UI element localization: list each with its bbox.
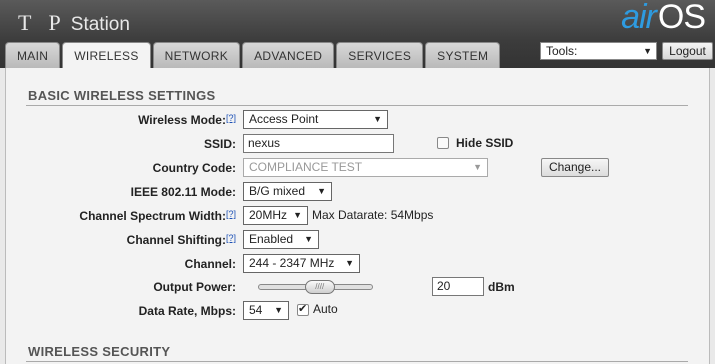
chevron-down-icon: ▼	[293, 210, 302, 220]
channel-shifting-select[interactable]: Enabled ▼	[243, 230, 319, 249]
app-header: T P Station airOS MAIN WIRELESS NETWORK A…	[0, 0, 715, 69]
country-code-label: Country Code:	[152, 161, 236, 175]
channel-shifting-label: Channel Shifting:[?]	[80, 233, 236, 247]
brand-station: Station	[70, 14, 130, 35]
chevron-down-icon: ▼	[304, 234, 313, 244]
chevron-down-icon: ▼	[317, 186, 326, 196]
tab-advanced[interactable]: ADVANCED	[242, 42, 335, 68]
wireless-mode-label: Wireless Mode:[?]	[100, 113, 236, 127]
section-divider	[26, 361, 688, 362]
country-code-select: COMPLIANCE TEST ▼	[243, 158, 488, 177]
logo-os: OS	[657, 0, 706, 36]
data-rate-value: 54	[249, 303, 263, 317]
channel-width-select[interactable]: 20MHz ▼	[243, 206, 308, 225]
logo-air: air	[621, 0, 657, 36]
airos-logo: airOS	[621, 0, 706, 37]
channel-shifting-label-text: Channel Shifting:	[126, 233, 226, 247]
tools-value: Tools:	[546, 44, 578, 58]
tab-network[interactable]: NETWORK	[152, 42, 241, 68]
section-divider	[26, 105, 688, 106]
help-link-wireless-mode[interactable]: [?]	[226, 113, 236, 123]
brand-tp: T P	[18, 10, 67, 35]
auto-rate-label: Auto	[313, 302, 338, 316]
wireless-mode-value: Access Point	[249, 112, 319, 126]
ieee-mode-label: IEEE 802.11 Mode:	[130, 185, 236, 199]
channel-select[interactable]: 244 - 2347 MHz ▼	[243, 254, 360, 273]
logout-button[interactable]: Logout	[662, 42, 713, 60]
wireless-security-title: WIRELESS SECURITY	[28, 344, 171, 359]
wireless-mode-label-text: Wireless Mode:	[138, 113, 226, 127]
output-power-unit: dBm	[488, 280, 515, 294]
grip-icon: ////	[315, 282, 325, 291]
channel-width-label-text: Channel Spectrum Width:	[79, 209, 226, 223]
change-country-button[interactable]: Change...	[541, 158, 609, 177]
tab-wireless[interactable]: WIRELESS	[62, 42, 151, 69]
data-rate-label: Data Rate, Mbps:	[138, 304, 236, 318]
hide-ssid-checkbox[interactable]	[437, 137, 449, 149]
chevron-down-icon: ▼	[373, 114, 382, 124]
country-code-value: COMPLIANCE TEST	[249, 160, 363, 174]
ssid-label: SSID:	[203, 137, 236, 151]
max-datarate-text: Max Datarate: 54Mbps	[312, 208, 434, 222]
ssid-input[interactable]: nexus	[243, 134, 394, 153]
tab-services[interactable]: SERVICES	[336, 42, 424, 68]
help-link-channel-shifting[interactable]: [?]	[226, 233, 236, 243]
channel-width-value: 20MHz	[249, 208, 288, 222]
chevron-down-icon: ▼	[274, 305, 283, 315]
wireless-mode-select[interactable]: Access Point ▼	[243, 110, 388, 129]
tools-dropdown[interactable]: Tools: ▼	[540, 42, 657, 60]
output-power-input[interactable]: 20	[432, 277, 484, 296]
tab-main[interactable]: MAIN	[5, 42, 61, 68]
help-link-channel-width[interactable]: [?]	[226, 209, 236, 219]
channel-width-label: Channel Spectrum Width:[?]	[40, 209, 236, 223]
device-name: T P Station	[18, 10, 130, 36]
channel-value: 244 - 2347 MHz	[249, 256, 335, 270]
chevron-down-icon: ▼	[643, 46, 652, 56]
tab-system[interactable]: SYSTEM	[425, 42, 501, 68]
main-tabs: MAIN WIRELESS NETWORK ADVANCED SERVICES …	[5, 42, 502, 69]
chevron-down-icon: ▼	[345, 258, 354, 268]
channel-shifting-value: Enabled	[249, 232, 294, 246]
basic-settings-title: BASIC WIRELESS SETTINGS	[28, 88, 216, 103]
output-power-slider-handle[interactable]: ////	[304, 280, 335, 294]
ieee-mode-select[interactable]: B/G mixed ▼	[243, 182, 332, 201]
data-rate-select[interactable]: 54 ▼	[243, 301, 289, 320]
chevron-down-icon: ▼	[473, 162, 482, 172]
channel-label: Channel:	[184, 257, 236, 271]
output-power-label: Output Power:	[153, 280, 236, 294]
auto-rate-checkbox[interactable]	[297, 302, 309, 316]
ieee-mode-value: B/G mixed	[249, 184, 306, 198]
hide-ssid-label: Hide SSID	[456, 136, 514, 150]
